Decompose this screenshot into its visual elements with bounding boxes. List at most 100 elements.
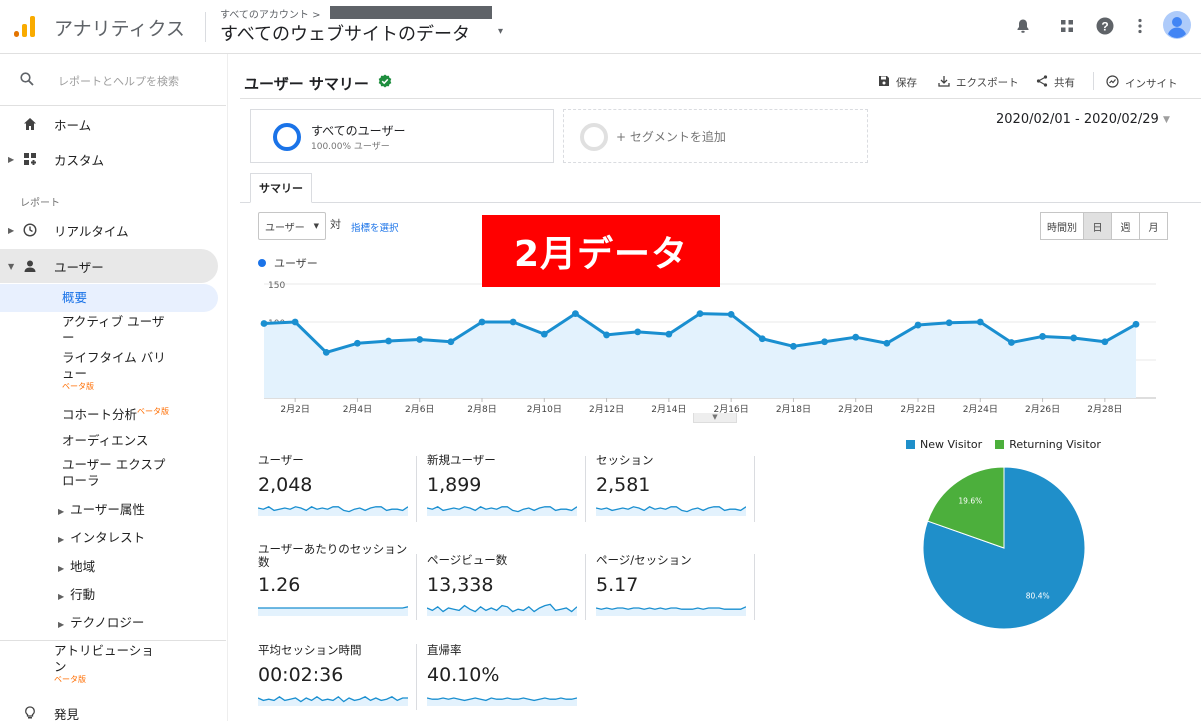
sparkline-line [258,606,408,609]
sidebar-item-discover[interactable]: 発見 [0,696,218,721]
app-title: アナリティクス [54,18,185,40]
choose-metric-link[interactable]: 指標を選択 [351,220,399,234]
sidebar-item-home[interactable]: ホーム [0,107,218,141]
divider [205,12,206,42]
kpi-pageviews[interactable]: ページビュー数 13,338 [427,554,587,634]
kpi-avg-session-duration[interactable]: 平均セッション時間 00:02:36 [258,644,418,721]
export-icon [938,75,950,90]
divider [0,640,226,641]
date-range-picker[interactable]: 2020/02/01 - 2020/02/29 [996,112,1159,127]
granularity-day[interactable]: 日 [1083,212,1112,240]
data-point [758,335,766,343]
kpi-bounce-rate[interactable]: 直帰率 40.10% [427,644,587,721]
sidebar-subitem-cohort[interactable]: コホート分析ベータ版 [62,404,169,423]
kpi-sessions-per-user[interactable]: ユーザーあたりのセッション数 1.26 [258,543,418,623]
legend-swatch [258,259,266,267]
sidebar-item-custom[interactable]: ▶ カスタム [0,142,218,176]
granularity-toggle: 時間別 日 週 月 [1040,212,1168,240]
sidebar-subitem-user-explorer[interactable]: ユーザー エクスプ ローラ [62,457,165,489]
insights-button[interactable]: インサイト [1106,75,1178,91]
analytics-logo[interactable] [12,14,38,40]
avatar[interactable] [1163,11,1191,39]
property-selector[interactable]: すべてのウェブサイトのデータ [220,20,470,46]
search-input[interactable]: レポートとヘルプを検索 [58,73,179,89]
data-point [1101,338,1109,346]
legend-swatch-returning [995,440,1005,449]
share-button[interactable]: 共有 [1036,75,1075,90]
sidebar-item-label: ホーム [54,117,92,133]
data-point [727,311,735,318]
sidebar-subitem-overview-highlight [0,284,218,312]
metric-select[interactable]: ユーザー ▼ [258,212,326,240]
kpi-users[interactable]: ユーザー 2,048 [258,454,418,534]
sidebar-subitem-technology[interactable]: ▶ テクノロジー [58,612,144,631]
kpi-value: 13,338 [427,574,494,596]
tab-summary[interactable]: サマリー [250,173,312,203]
segment-all-users[interactable]: すべてのユーザー 100.00% ユーザー [250,109,554,163]
x-tick-label: 2月10日 [527,404,562,415]
tab-divider [240,202,1201,203]
sidebar-item-realtime[interactable]: ▶ リアルタイム [0,213,218,247]
redacted-account-name [330,6,492,19]
chevron-down-icon[interactable]: ▾ [498,26,503,37]
granularity-month[interactable]: 月 [1139,212,1168,240]
data-point [790,342,797,350]
sidebar-subitem-overview[interactable]: 概要 [62,290,87,306]
kpi-pages-per-session[interactable]: ページ/セッション 5.17 [596,554,756,634]
beta-badge: ベータ版 [62,382,94,391]
metric-select-value: ユーザー [265,222,305,234]
sidebar-subitem-demographics[interactable]: ▶ ユーザー属性 [58,499,145,518]
main-content: ユーザー サマリー 保存 エクスポート 共有 インサイト すべてのユーザー 10… [240,54,1201,721]
bell-icon[interactable] [1011,14,1035,38]
sparkline-area [258,506,408,516]
granularity-hourly[interactable]: 時間別 [1040,212,1084,240]
sidebar-subitem-geo[interactable]: ▶ 地域 [58,556,95,575]
granularity-week[interactable]: 週 [1111,212,1140,240]
sidebar-item-users[interactable]: ▼ ユーザー [0,249,218,283]
search-icon[interactable] [20,72,34,86]
expand-icon: ▶ [58,507,65,516]
kpi-value: 00:02:36 [258,664,344,686]
kpi-name: 直帰率 [427,643,462,657]
kpi-name: ページ/セッション [596,553,692,567]
february-data-banner: 2月データ [482,215,720,287]
legend-label-returning: Returning Visitor [1009,438,1101,451]
sidebar-item-attribution[interactable]: アトリビューショ ン ベータ版 [54,643,154,684]
expand-icon: ▶ [58,592,65,601]
sidebar-subitem-active-users[interactable]: アクティブ ユーザ ー [62,314,164,346]
chevron-down-icon[interactable]: ▼ [1163,115,1170,125]
data-point [447,338,455,346]
export-button[interactable]: エクスポート [938,75,1019,90]
kpi-new-users[interactable]: 新規ユーザー 1,899 [427,454,587,534]
expand-icon: ▶ [8,225,15,235]
sidebar-subitem-behavior[interactable]: ▶ 行動 [58,584,95,603]
sidebar-subitem-lifetime-value[interactable]: ライフタイム バリ ュー ベータ版 [62,350,166,391]
pie-legend: New Visitor Returning Visitor [906,438,1101,451]
kpi-value: 1,899 [427,474,482,496]
save-button[interactable]: 保存 [878,75,917,90]
sidebar-subitem-audiences[interactable]: オーディエンス [62,433,148,449]
sparkline-area [427,506,577,516]
data-point [821,338,828,346]
segment-ring-icon [273,123,301,151]
sidebar-subitem-interests[interactable]: ▶ インタレスト [58,527,145,546]
data-point [696,310,704,318]
search-row[interactable]: レポートとヘルプを検索 [0,54,226,106]
account-breadcrumb[interactable]: すべてのアカウント > [220,6,320,21]
kpi-name: 平均セッション時間 [258,643,362,657]
legend-swatch-new [906,440,915,449]
users-line-chart[interactable]: 150100502月2日2月4日2月6日2月8日2月10日2月12日2月14日2… [258,274,1158,419]
apps-icon[interactable] [1055,14,1079,38]
add-segment-button[interactable]: + セグメントを追加 [563,109,868,163]
data-point [914,321,922,329]
data-point [1070,334,1078,342]
more-icon[interactable] [1128,14,1152,38]
chart-collapse-handle[interactable]: ▼ [693,413,737,423]
help-icon[interactable]: ? [1093,14,1117,38]
vs-label: 対 [330,218,341,231]
kpi-name: ページビュー数 [427,553,508,567]
visitor-pie-chart[interactable]: 80.4% 19.6% [920,464,1088,632]
x-tick-label: 2月22日 [900,404,935,415]
kpi-sessions[interactable]: セッション 2,581 [596,454,756,534]
divider [585,554,586,620]
